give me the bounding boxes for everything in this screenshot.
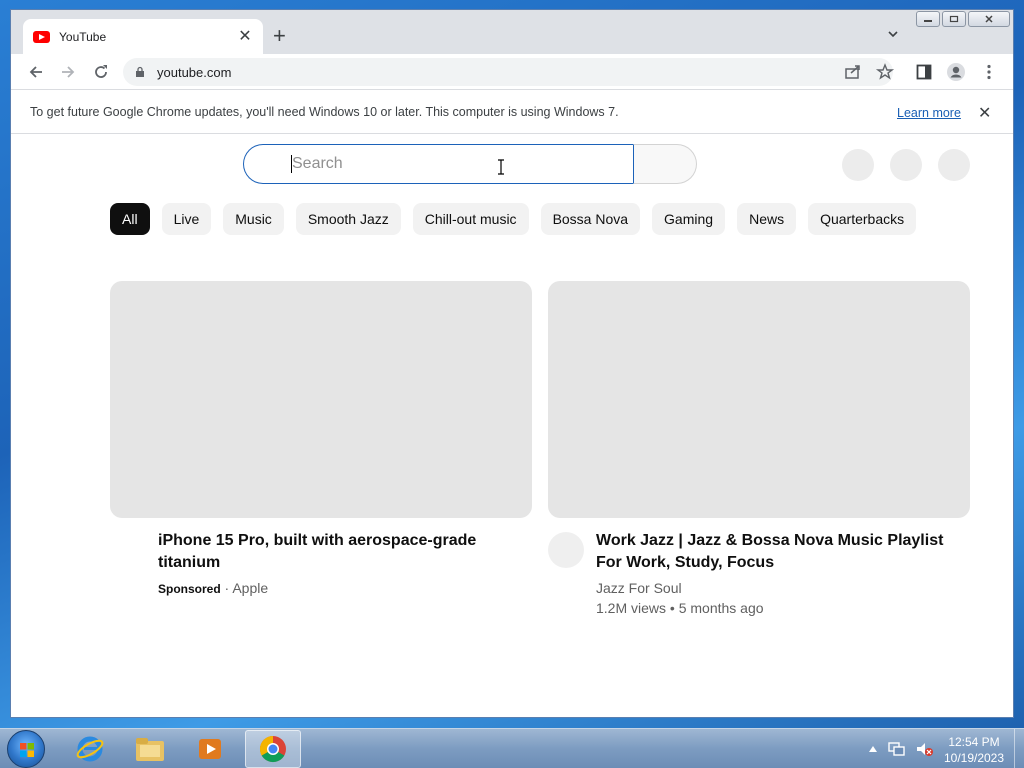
more-options-icon[interactable]: [979, 62, 999, 82]
taskbar-file-explorer[interactable]: [122, 730, 178, 768]
ad-info: Sponsored · Apple: [158, 578, 532, 599]
clock-time: 12:54 PM: [948, 735, 1000, 749]
filter-chips: All Live Music Smooth Jazz Chill-out mus…: [110, 203, 917, 235]
search-button[interactable]: [633, 144, 697, 184]
browser-toolbar: youtube.com: [11, 54, 1013, 90]
taskbar-media-player[interactable]: [182, 730, 238, 768]
taskbar-clock[interactable]: 12:54 PM 10/19/2023: [938, 734, 1010, 766]
learn-more-link[interactable]: Learn more: [897, 106, 961, 120]
notifications-button-placeholder[interactable]: [890, 149, 922, 181]
video-title[interactable]: iPhone 15 Pro, built with aerospace-grad…: [158, 530, 532, 574]
taskbar-internet-explorer[interactable]: [62, 730, 118, 768]
bookmark-star-icon[interactable]: [875, 62, 895, 82]
search-bar: [243, 144, 697, 184]
chip-bossa-nova[interactable]: Bossa Nova: [540, 203, 641, 235]
tab-title: YouTube: [59, 29, 107, 44]
reload-icon[interactable]: [91, 62, 111, 82]
infobar-message: To get future Google Chrome updates, you…: [30, 105, 619, 119]
address-bar[interactable]: youtube.com: [123, 58, 893, 86]
chip-live[interactable]: Live: [161, 203, 212, 235]
share-icon[interactable]: [843, 62, 863, 82]
account-avatar-placeholder[interactable]: [938, 149, 970, 181]
tab-close-icon[interactable]: ✕: [237, 28, 253, 45]
search-input[interactable]: [243, 144, 633, 184]
chip-news[interactable]: News: [737, 203, 797, 235]
show-hidden-icons-icon[interactable]: [868, 745, 878, 753]
new-tab-button[interactable]: +: [273, 25, 286, 47]
back-arrow-icon[interactable]: [26, 62, 46, 82]
text-cursor-icon: [498, 159, 504, 175]
start-button[interactable]: [7, 730, 45, 768]
close-window-button[interactable]: [968, 11, 1010, 27]
profile-avatar-icon[interactable]: [946, 62, 966, 82]
update-infobar: To get future Google Chrome updates, you…: [11, 91, 1013, 134]
url-text: youtube.com: [157, 64, 232, 80]
show-desktop-button[interactable]: [1014, 729, 1024, 768]
windows-taskbar: 12:54 PM 10/19/2023: [0, 728, 1024, 768]
lock-icon[interactable]: [135, 66, 145, 78]
chip-chill-out-music[interactable]: Chill-out music: [412, 203, 529, 235]
create-button-placeholder[interactable]: [842, 149, 874, 181]
video-stats: 1.2M views • 5 months ago: [596, 600, 764, 616]
youtube-favicon-icon: [33, 30, 50, 43]
video-meta: Work Jazz | Jazz & Bossa Nova Music Play…: [548, 530, 970, 618]
tab-youtube[interactable]: YouTube ✕: [23, 19, 263, 54]
windows-logo-icon: [20, 743, 34, 757]
media-player-icon: [199, 739, 221, 759]
restore-button[interactable]: [942, 11, 966, 27]
volume-muted-icon[interactable]: [916, 741, 934, 757]
chip-smooth-jazz[interactable]: Smooth Jazz: [295, 203, 401, 235]
video-meta: iPhone 15 Pro, built with aerospace-grad…: [110, 530, 532, 599]
chip-gaming[interactable]: Gaming: [652, 203, 726, 235]
side-panel-icon[interactable]: [914, 62, 934, 82]
title-bar: YouTube ✕ +: [11, 10, 1013, 54]
youtube-page: All Live Music Smooth Jazz Chill-out mus…: [11, 135, 1013, 717]
taskbar-chrome[interactable]: [245, 730, 301, 768]
chip-music[interactable]: Music: [223, 203, 284, 235]
video-card-ad[interactable]: iPhone 15 Pro, built with aerospace-grad…: [110, 281, 532, 599]
video-card[interactable]: Work Jazz | Jazz & Bossa Nova Music Play…: [548, 281, 970, 618]
video-thumbnail[interactable]: [110, 281, 532, 518]
video-thumbnail[interactable]: [548, 281, 970, 518]
channel-avatar[interactable]: [548, 532, 584, 568]
sponsored-label: Sponsored: [158, 582, 221, 596]
channel-name[interactable]: Jazz For Soul: [596, 578, 970, 598]
window-controls: [916, 11, 1010, 27]
chip-all[interactable]: All: [110, 203, 150, 235]
chip-quarterbacks[interactable]: Quarterbacks: [808, 203, 917, 235]
advertiser-name[interactable]: Apple: [232, 580, 268, 596]
network-icon[interactable]: [888, 741, 906, 757]
chrome-icon: [259, 735, 286, 763]
chrome-window: YouTube ✕ + youtube.com To get future Go…: [10, 9, 1014, 718]
system-tray: [868, 741, 934, 757]
text-caret: [291, 155, 292, 173]
forward-arrow-icon[interactable]: [58, 62, 78, 82]
minimize-button[interactable]: [916, 11, 940, 27]
clock-date: 10/19/2023: [943, 751, 1005, 765]
infobar-close-icon[interactable]: ✕: [978, 103, 991, 123]
folder-icon: [136, 738, 164, 761]
video-title[interactable]: Work Jazz | Jazz & Bossa Nova Music Play…: [596, 530, 970, 574]
ad-separator: ·: [220, 580, 233, 596]
tab-search-chevron-icon[interactable]: [887, 28, 899, 40]
internet-explorer-icon: [76, 736, 104, 762]
